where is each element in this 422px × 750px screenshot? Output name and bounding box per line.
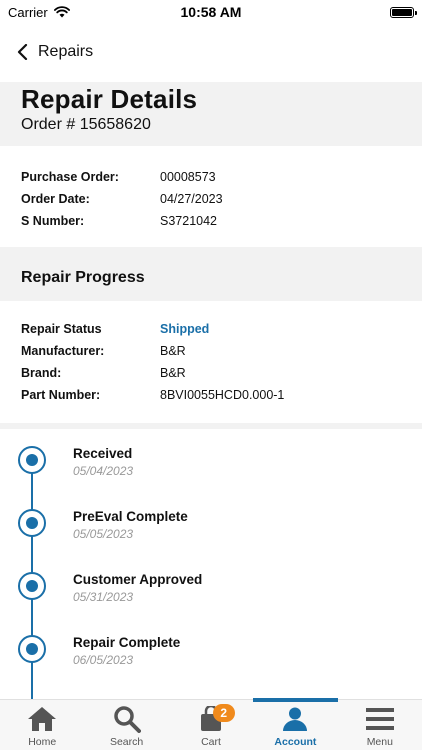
repair-progress-header: Repair Progress [0, 247, 422, 301]
tab-account[interactable]: Account [253, 698, 338, 750]
timeline-title: PreEval Complete [73, 509, 188, 524]
battery-icon [390, 6, 417, 18]
tab-label: Cart [201, 736, 221, 748]
order-info: Purchase Order: 00008573 Order Date: 04/… [21, 166, 401, 232]
timeline-date: 06/05/2023 [73, 653, 134, 667]
active-tab-indicator [253, 698, 338, 702]
carrier-label: Carrier [8, 4, 48, 20]
info-row: S Number: S3721042 [21, 210, 401, 232]
menu-icon [364, 704, 396, 734]
timeline-node-icon [18, 635, 46, 663]
repair-timeline: Received 05/04/2023 PreEval Complete 05/… [0, 429, 422, 709]
info-row: Part Number: 8BVI0055HCD0.000-1 [21, 384, 401, 406]
info-value: 00008573 [160, 170, 216, 184]
info-value: S3721042 [160, 214, 218, 228]
tab-search[interactable]: Search [84, 700, 168, 750]
order-number: Order # 15658620 [21, 116, 151, 133]
tab-menu[interactable]: Menu [338, 700, 422, 750]
info-value: B&R [160, 344, 186, 358]
repair-status-value: Shipped [160, 322, 210, 336]
tab-label: Search [109, 736, 144, 748]
status-left: Carrier [8, 5, 70, 20]
info-label: S Number: [21, 214, 85, 228]
timeline-item: Repair Complete 06/05/2023 [0, 618, 422, 668]
back-label: Repairs [38, 43, 94, 60]
tab-label: Menu [366, 736, 393, 748]
tab-label: Account [274, 736, 317, 748]
info-value: B&R [160, 366, 186, 380]
info-value: 04/27/2023 [160, 192, 223, 206]
tab-home[interactable]: Home [0, 700, 84, 750]
info-row: Repair Status Shipped [21, 318, 401, 340]
info-row: Order Date: 04/27/2023 [21, 188, 401, 210]
nav-bar: Repairs [0, 32, 422, 72]
chevron-left-icon [17, 44, 28, 60]
timeline-item: Received 05/04/2023 [0, 429, 422, 479]
home-icon [26, 704, 58, 734]
info-row: Brand: B&R [21, 362, 401, 384]
timeline-date: 05/31/2023 [73, 590, 134, 604]
tab-label: Home [28, 736, 57, 748]
tab-bar: Home Search 2 Cart Account Menu [0, 698, 422, 750]
info-label: Manufacturer: [21, 344, 105, 358]
timeline-node-icon [18, 446, 46, 474]
info-label: Purchase Order: [21, 170, 119, 184]
info-label: Part Number: [21, 388, 101, 402]
timeline-title: Repair Complete [73, 635, 181, 650]
timeline-node-icon [18, 572, 46, 600]
info-row: Purchase Order: 00008573 [21, 166, 401, 188]
timeline-date: 05/05/2023 [73, 527, 134, 541]
timeline-item: PreEval Complete 05/05/2023 [0, 492, 422, 542]
back-button[interactable]: Repairs [16, 43, 93, 61]
repair-info: Repair Status Shipped Manufacturer: B&R … [21, 318, 401, 406]
timeline-title: Customer Approved [73, 572, 203, 587]
timeline-item: Customer Approved 05/31/2023 [0, 555, 422, 605]
cart-count-badge: 2 [212, 704, 235, 722]
search-icon [111, 704, 143, 734]
timeline-date: 05/04/2023 [73, 464, 134, 478]
tab-cart[interactable]: 2 Cart [169, 700, 253, 750]
timeline-node-icon [18, 509, 46, 537]
wifi-icon [53, 6, 70, 18]
info-value: 8BVI0055HCD0.000-1 [160, 388, 285, 402]
account-icon [279, 704, 311, 734]
section-title: Repair Progress [21, 269, 145, 286]
header-block: Repair Details Order # 15658620 [0, 82, 422, 146]
info-label: Repair Status [21, 322, 102, 336]
status-bar: Carrier 10:58 AM [0, 0, 422, 24]
page-title: Repair Details [21, 84, 198, 114]
info-label: Brand: [21, 366, 62, 380]
info-row: Manufacturer: B&R [21, 340, 401, 362]
timeline-title: Received [73, 446, 133, 461]
info-label: Order Date: [21, 192, 90, 206]
